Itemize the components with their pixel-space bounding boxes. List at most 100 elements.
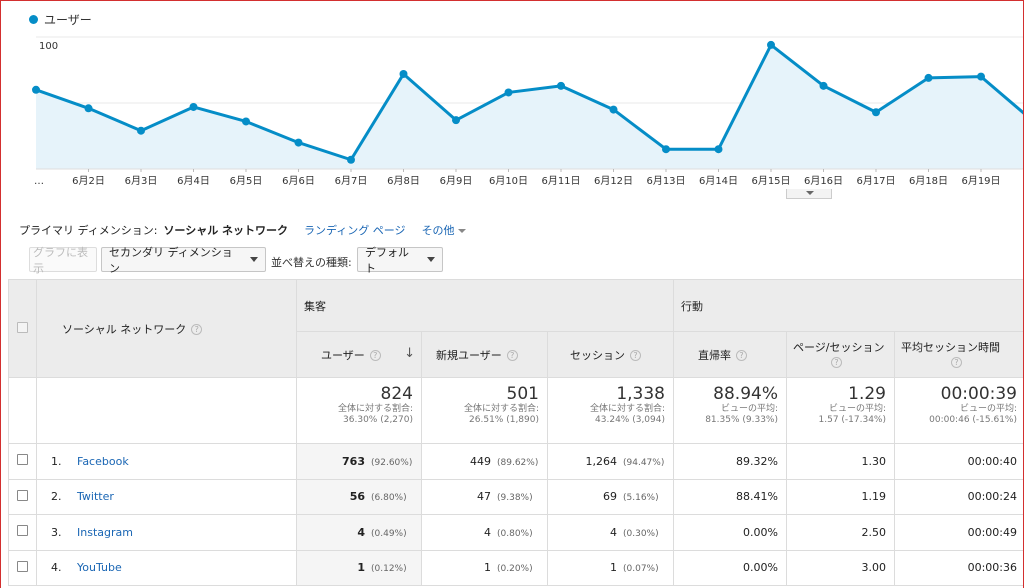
data-point[interactable] [557,81,565,90]
total-comparison: 1.57 (-17.34%) [818,415,887,425]
x-tick-label: 6月10日 [489,175,528,187]
totals-row: 824 全体に対する割合: 36.30% (2,270) 501 全体に対する割合: 26… [8,377,1023,444]
users-value: 763 [342,454,365,468]
pages-session-cell: 1.30 [786,443,895,480]
help-icon[interactable]: ? [506,350,518,361]
x-tick-label: 6月8日 [387,175,420,187]
sort-type-label: 並べ替えの種類: [271,256,352,269]
x-tick-label: 6月13日 [646,175,685,187]
sessions-pct: (0.07%) [623,564,659,575]
data-point[interactable] [819,81,828,90]
help-icon[interactable]: ? [831,357,842,368]
total-caption: ビューの平均: [959,404,1017,414]
row-select-cell[interactable] [8,478,37,515]
data-point[interactable] [32,85,40,94]
col-pages-session-header[interactable]: ページ/セッション? [786,331,895,378]
data-point[interactable] [399,69,408,78]
row-checkbox[interactable] [17,560,28,572]
users-value: 1 [357,561,365,575]
x-tick-label: 6月3日 [125,175,158,187]
sort-type-dropdown[interactable]: デフォルト [357,246,443,275]
dimension-cell: 3. Instagram [36,514,297,551]
users-value: 4 [357,525,365,539]
legend-dot-icon [29,15,38,24]
x-tick-label: 6月16日 [804,175,843,187]
data-point[interactable] [242,117,250,126]
users-cell: 4 (0.49%) [296,514,422,551]
row-select-cell[interactable] [8,514,37,551]
social-network-link[interactable]: Twitter [77,490,114,503]
dimension-landing-page-link[interactable]: ランディング ページ [304,222,406,238]
data-point[interactable] [452,116,460,125]
data-point[interactable] [84,104,93,113]
data-point[interactable] [767,40,775,49]
dimension-other-dropdown[interactable]: その他 [422,222,466,238]
area-fill [36,44,1023,169]
totals-cell: 501 全体に対する割合: 26.51% (1,890) [421,377,548,444]
help-icon[interactable]: ? [736,350,747,361]
data-point[interactable] [294,138,303,147]
avg-duration-cell: 00:00:36 [894,549,1023,586]
users-line-chart[interactable]: 10050…6月2日6月3日6月4日6月5日6月6日6月7日6月8日6月9日6月… [1,29,1024,187]
col-bounce-header[interactable]: 直帰率? [673,331,787,378]
col-users-header[interactable]: ユーザー? ↓ [296,331,422,378]
bounce-cell: 0.00% [673,549,787,586]
chart-legend[interactable]: ユーザー [29,11,92,28]
row-select-cell[interactable] [8,443,37,480]
data-point[interactable] [504,88,513,97]
sessions-cell: 1 (0.07%) [547,549,674,586]
sessions-value: 1,264 [585,454,618,468]
data-point[interactable] [924,73,933,82]
help-icon[interactable]: ? [951,357,962,368]
legend-label: ユーザー [44,13,92,27]
sort-type-value: デフォルト [365,245,409,275]
new-users-cell: 1 (0.20%) [421,549,548,586]
data-point[interactable] [662,145,670,154]
social-network-link[interactable]: Instagram [77,526,133,539]
sort-desc-icon: ↓ [404,346,415,361]
help-icon[interactable]: ? [369,350,381,361]
totals-cell: 1,338 全体に対する割合: 43.24% (3,094) [547,377,674,444]
total-comparison: 36.30% (2,270) [343,415,413,425]
data-point[interactable] [714,145,723,154]
chart-collapse-handle[interactable] [786,189,832,199]
secondary-dimension-dropdown[interactable]: セカンダリ ディメンション [101,246,266,275]
pages-session-cell: 2.50 [786,514,895,551]
dimension-other-label: その他 [421,224,455,237]
row-select-cell[interactable] [8,549,37,586]
row-checkbox[interactable] [17,489,28,501]
dimension-header[interactable]: ソーシャル ネットワーク? [36,279,297,378]
col-new-users-header[interactable]: 新規ユーザー? [421,331,548,378]
row-index: 3. [51,525,62,539]
users-pct: (92.60%) [371,457,413,468]
sessions-value: 69 [603,490,617,504]
data-point[interactable] [189,102,198,111]
plot-rows-button[interactable]: グラフに表示 [29,246,97,275]
help-icon[interactable]: ? [191,324,203,335]
users-pct: (6.80%) [371,493,407,504]
social-network-link[interactable]: Facebook [77,455,129,468]
help-icon[interactable]: ? [630,350,641,361]
data-point[interactable] [137,126,145,135]
data-point[interactable] [347,155,355,164]
totals-cell: 1.29 ビューの平均: 1.57 (-17.34%) [786,377,895,444]
select-all-cell[interactable] [8,279,37,378]
new-users-value: 1 [484,561,491,575]
sessions-pct: (0.30%) [623,528,659,539]
group-acquisition-header: 集客 [296,279,674,332]
col-sessions-header[interactable]: セッション? [547,331,674,378]
totals-cell: 00:00:39 ビューの平均: 00:00:46 (-15.61%) [894,377,1023,444]
sessions-value: 1 [610,561,617,575]
row-checkbox[interactable] [17,454,28,466]
data-point[interactable] [977,72,985,81]
data-point[interactable] [609,105,618,114]
x-tick-label: 6月7日 [335,175,368,187]
dimension-cell: 4. YouTube [36,549,297,586]
row-checkbox[interactable] [17,525,28,537]
col-avg-duration-header[interactable]: 平均セッション時間? [894,331,1023,378]
data-point[interactable] [872,108,880,117]
select-all-checkbox[interactable] [17,321,28,333]
social-network-link[interactable]: YouTube [77,561,122,574]
totals-empty-cell [36,377,297,444]
new-users-pct: (0.20%) [497,564,533,575]
